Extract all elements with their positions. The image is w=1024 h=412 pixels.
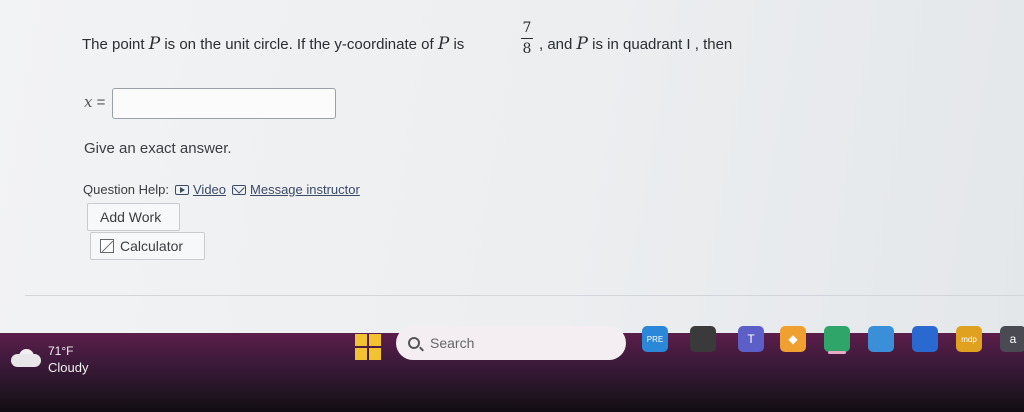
windows-start-icon[interactable] — [355, 334, 381, 360]
mcafee-app-icon[interactable]: mdp — [956, 326, 982, 352]
taskbar-search[interactable]: Search — [396, 326, 626, 360]
browser-page: The point P is on the unit circle. If th… — [0, 0, 1024, 333]
calculator-button[interactable]: Calculator — [90, 232, 205, 260]
message-instructor-link[interactable]: Message instructor — [232, 182, 360, 197]
store-app-icon[interactable] — [912, 326, 938, 352]
calculator-icon — [100, 239, 114, 253]
dropbox-app-icon[interactable]: ◆ — [780, 326, 806, 352]
question-text-part1: The point P is on the unit circle. If th… — [82, 34, 465, 54]
fraction-y-coordinate: 7 8 — [520, 19, 534, 58]
edge-app-icon[interactable] — [824, 326, 850, 352]
search-icon — [408, 337, 420, 349]
question-text-part2: , and P is in quadrant I , then — [539, 34, 733, 54]
weather-temperature[interactable]: 71°F — [48, 344, 73, 358]
fraction-denominator: 8 — [522, 41, 532, 57]
video-icon — [175, 184, 189, 195]
video-link[interactable]: Video — [175, 182, 226, 197]
answer-input[interactable] — [112, 88, 336, 119]
answer-label: x = — [84, 93, 106, 111]
weather-condition[interactable]: Cloudy — [48, 360, 88, 375]
mail-icon — [232, 184, 247, 195]
widgets-app-icon[interactable]: PRE — [642, 326, 668, 352]
active-app-indicator — [828, 351, 846, 354]
answer-hint: Give an exact answer. — [84, 140, 232, 157]
fraction-bar — [521, 38, 533, 39]
fraction-numerator: 7 — [522, 20, 532, 36]
cloud-icon[interactable] — [11, 349, 41, 367]
question-help: Question Help: Video Message instructor — [83, 182, 360, 197]
add-work-button[interactable]: Add Work — [87, 203, 180, 231]
question-help-label: Question Help: — [83, 182, 169, 197]
file-explorer-app-icon[interactable] — [868, 326, 894, 352]
amazon-app-icon[interactable]: a — [1000, 326, 1024, 352]
task-view-app-icon[interactable] — [690, 326, 716, 352]
teams-app-icon[interactable]: T — [738, 326, 764, 352]
